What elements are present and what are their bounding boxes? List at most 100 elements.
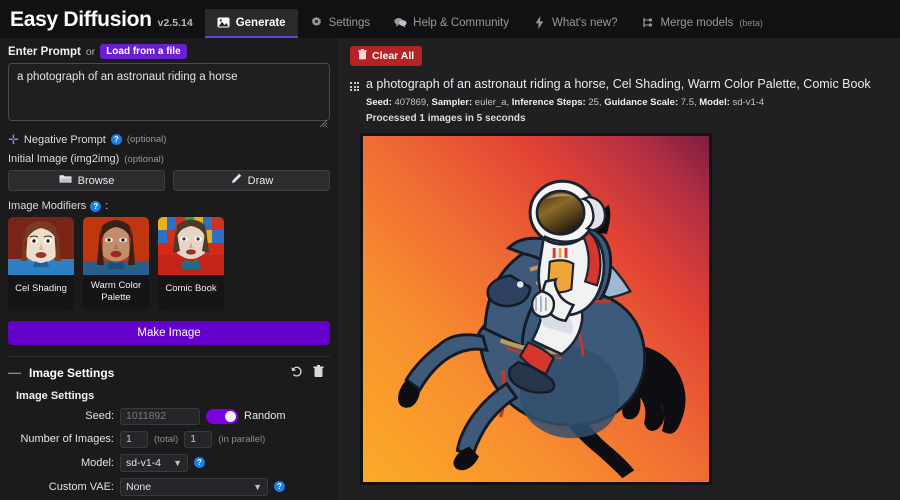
random-seed-toggle[interactable] <box>206 408 238 424</box>
negative-prompt-optional: (optional) <box>126 134 167 145</box>
meta-sampler-key: Sampler: <box>431 96 473 108</box>
image-modifiers-label-row: Image Modifiers ? : <box>8 200 109 212</box>
tab-help-community[interactable]: Help & Community <box>382 9 521 38</box>
help-icon[interactable]: ? <box>110 134 122 145</box>
right-panel: Clear All a photograph of an astronaut r… <box>338 38 900 500</box>
clear-all-button[interactable]: Clear All <box>350 46 423 66</box>
meta-steps-key: Inference Steps: <box>511 96 586 108</box>
modifier-card[interactable]: Warm Color Palette <box>83 217 149 311</box>
image-icon <box>217 16 230 29</box>
top-bar: Easy Diffusion v2.5.14 Generate Settings… <box>0 0 900 38</box>
gear-icon <box>310 16 323 29</box>
tab-whats-new[interactable]: What's new? <box>521 9 629 38</box>
tab-settings-label: Settings <box>328 16 371 29</box>
image-settings-header[interactable]: — Image Settings <box>8 364 330 381</box>
modifier-thumbnail <box>158 217 224 275</box>
meta-model-value: sd-v1-4 <box>732 96 765 108</box>
seed-row: Seed: 1011892 Random <box>8 407 330 425</box>
meta-seed-value: 407869 <box>394 96 427 108</box>
draw-button[interactable]: Draw <box>173 170 330 191</box>
main-body: Enter Prompt or Load from a file ✛ Negat… <box>0 38 900 500</box>
merge-icon <box>642 16 655 29</box>
help-icon[interactable]: ? <box>194 457 205 469</box>
make-image-button[interactable]: Make Image <box>8 320 330 345</box>
custom-vae-row: Custom VAE: None ▼ ? <box>8 477 330 496</box>
num-images-parallel-input[interactable]: 1 <box>184 430 213 448</box>
tab-settings[interactable]: Settings <box>298 9 383 38</box>
model-row: Model: sd-v1-4 ▼ ? <box>8 453 330 472</box>
clear-all-label: Clear All <box>372 50 415 62</box>
image-modifiers-list: Cel Shading Warm Color Palette Comic Boo… <box>8 217 330 311</box>
load-from-file-button[interactable]: Load from a file <box>100 44 187 59</box>
app-name: Easy Diffusion <box>10 8 152 31</box>
tab-generate-label: Generate <box>235 16 286 29</box>
prompt-label: Enter Prompt <box>8 45 81 58</box>
image-modifiers-label: Image Modifiers <box>8 200 87 212</box>
generated-image[interactable] <box>363 135 709 482</box>
meta-sampler-value: euler_a <box>474 96 507 108</box>
number-of-images-label: Number of Images: <box>20 433 114 446</box>
undo-icon[interactable] <box>290 365 303 381</box>
meta-steps-value: 25 <box>588 96 599 108</box>
num-images-parallel-note: (in parallel) <box>218 433 266 445</box>
trash-icon <box>358 49 367 63</box>
meta-model-key: Model: <box>699 96 730 108</box>
chevron-down-icon: ▼ <box>253 481 262 492</box>
tab-merge-label: Merge models <box>660 16 734 29</box>
tab-generate[interactable]: Generate <box>204 9 298 38</box>
initial-image-label-row: Initial Image (img2img) (optional) <box>8 153 330 165</box>
initial-image-optional: (optional) <box>124 153 164 165</box>
number-of-images-row: Number of Images: 1 (total) 1 (in parall… <box>8 430 330 448</box>
random-seed-label: Random <box>244 410 286 423</box>
meta-seed-key: Seed: <box>366 96 392 108</box>
initial-image-buttons: Browse Draw <box>8 170 330 191</box>
num-images-total-note: (total) <box>154 433 179 445</box>
app-brand: Easy Diffusion v2.5.14 <box>0 8 205 38</box>
browse-button[interactable]: Browse <box>8 170 165 191</box>
modifier-thumbnail <box>8 217 74 275</box>
image-settings-actions <box>290 364 330 381</box>
tab-help-label: Help & Community <box>413 16 510 29</box>
initial-image-label: Initial Image (img2img) <box>8 153 120 165</box>
modifier-card[interactable]: Cel Shading <box>8 217 74 311</box>
custom-vae-select-value: None <box>126 480 152 493</box>
help-icon[interactable]: ? <box>90 200 102 212</box>
num-images-total-input[interactable]: 1 <box>120 430 148 448</box>
image-settings-panel: — Image Settings Image Settings Seed: 10… <box>8 355 330 500</box>
modifier-name: Cel Shading <box>15 283 67 295</box>
modifier-name: Comic Book <box>165 283 217 295</box>
result-metadata: Seed: 407869, Sampler: euler_a, Inferenc… <box>366 96 765 108</box>
prompt-input[interactable] <box>8 63 330 121</box>
tab-merge-beta-badge: (beta) <box>739 17 763 28</box>
chevron-down-icon: ▼ <box>173 457 182 468</box>
modifier-thumbnail <box>83 217 149 275</box>
model-label: Model: <box>80 456 114 469</box>
browse-label: Browse <box>77 174 115 187</box>
plus-icon: ✛ <box>8 132 19 147</box>
chat-icon <box>394 16 407 29</box>
prompt-label-row: Enter Prompt or Load from a file <box>8 44 330 59</box>
app-version: v2.5.14 <box>157 17 193 29</box>
negative-prompt-row[interactable]: ✛ Negative Prompt ? (optional) <box>8 133 330 146</box>
model-select[interactable]: sd-v1-4 ▼ <box>120 453 188 472</box>
collapse-icon[interactable]: — <box>8 365 21 380</box>
modifier-card[interactable]: Comic Book <box>158 217 224 311</box>
image-settings-title: Image Settings <box>29 365 115 380</box>
custom-vae-select[interactable]: None ▼ <box>120 477 268 496</box>
tab-bar: Generate Settings Help & Community What'… <box>204 0 775 38</box>
bolt-icon <box>533 16 546 29</box>
model-select-value: sd-v1-4 <box>126 456 162 469</box>
help-icon[interactable]: ? <box>274 481 285 493</box>
meta-guidance-value: 7.5 <box>680 96 694 108</box>
result-prompt-text: a photograph of an astronaut riding a ho… <box>366 77 871 91</box>
seed-input[interactable]: 1011892 <box>120 407 200 425</box>
tab-merge-models[interactable]: Merge models (beta) <box>630 9 775 38</box>
generated-image-frame[interactable] <box>360 132 712 485</box>
drag-grip-icon[interactable] <box>350 82 359 91</box>
prompt-textarea-wrapper <box>8 63 330 128</box>
seed-label: Seed: <box>85 410 114 423</box>
image-settings-section-title: Image Settings <box>16 389 95 402</box>
trash-icon[interactable] <box>313 364 324 381</box>
folder-icon <box>59 174 72 187</box>
pencil-icon <box>230 173 242 188</box>
